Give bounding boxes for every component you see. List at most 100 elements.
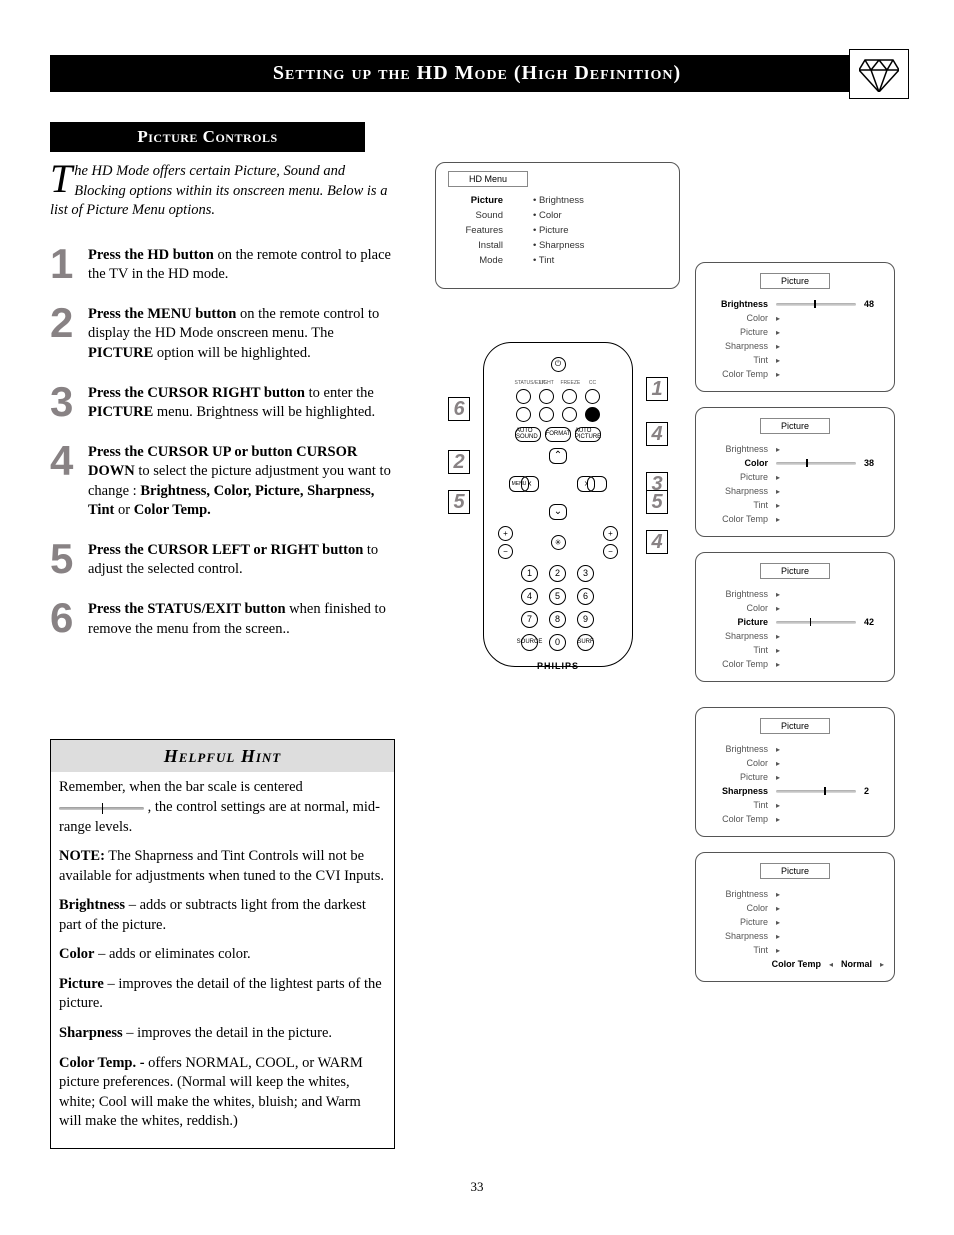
numpad-button: 7 <box>521 611 538 628</box>
numpad-button: 9 <box>577 611 594 628</box>
osd-picture-box: PictureBrightness▸Color38Picture▸Sharpne… <box>695 407 895 537</box>
osd-row: Brightness▸ <box>706 587 884 601</box>
numpad-button: 4 <box>521 588 538 605</box>
osd-row: Brightness▸ <box>706 887 884 901</box>
mute-icon: ✳ <box>551 535 566 550</box>
numpad-button: 5 <box>549 588 566 605</box>
osd-row: Color▸ <box>706 901 884 915</box>
hd-menu-item: Install <box>448 238 503 253</box>
numpad-button: SOURCE <box>521 634 538 651</box>
hd-submenu-item: • Tint <box>533 253 584 268</box>
osd-title: Picture <box>760 418 830 434</box>
callout-1: 1 <box>646 377 668 401</box>
osd-row: Brightness▸ <box>706 742 884 756</box>
step-number: 5 <box>50 541 78 580</box>
ch-up-icon: + <box>603 526 618 541</box>
osd-row: Color Temp▸ <box>706 367 884 381</box>
vol-down-icon: − <box>498 544 513 559</box>
callout-5r: 5 <box>646 490 668 514</box>
autosound-button: AUTO SOUND <box>515 427 541 442</box>
osd-row: Brightness▸ <box>706 442 884 456</box>
osd-title: Picture <box>760 273 830 289</box>
osd-row: Sharpness▸ <box>706 339 884 353</box>
format-button: FORMAT <box>545 427 571 442</box>
osd-row: Color Temp◂Normal▸ <box>706 957 884 971</box>
osd-picture-box: PictureBrightness▸Color▸Picture▸Sharpnes… <box>695 707 895 837</box>
vol-up-icon: + <box>498 526 513 541</box>
osd-row: Picture▸ <box>706 325 884 339</box>
step-text: Press the CURSOR RIGHT button to enter t… <box>88 384 395 423</box>
hd-submenu-item: • Color <box>533 208 584 223</box>
cursor-up-icon: ⌃ <box>549 448 567 464</box>
diamond-icon <box>849 49 909 99</box>
step-number: 6 <box>50 600 78 639</box>
helpful-hint-title: Helpful Hint <box>51 740 394 772</box>
diagram-area: HD Menu PictureSoundFeaturesInstallMode … <box>425 162 904 1162</box>
hd-submenu-item: • Brightness <box>533 193 584 208</box>
osd-row: Sharpness2 <box>706 784 884 798</box>
osd-row: Color▸ <box>706 311 884 325</box>
step-item: 4Press the CURSOR UP or button CURSOR DO… <box>50 443 395 521</box>
osd-row: Picture▸ <box>706 470 884 484</box>
step-item: 5 Press the CURSOR LEFT or RIGHT button t… <box>50 541 395 580</box>
callout-4b: 4 <box>646 530 668 554</box>
helpful-hint-box: Helpful Hint Remember, when the bar scal… <box>50 739 395 1149</box>
osd-row: Tint▸ <box>706 353 884 367</box>
step-number: 4 <box>50 443 78 521</box>
step-item: 2Press the MENU button on the remote con… <box>50 305 395 364</box>
bar-scale-icon <box>59 804 144 812</box>
osd-row: Tint▸ <box>706 643 884 657</box>
hd-menu-item: Picture <box>448 193 503 208</box>
hd-menu-item: Features <box>448 223 503 238</box>
osd-picture-box: PictureBrightness48Color▸Picture▸Sharpne… <box>695 262 895 392</box>
osd-picture-box: PictureBrightness▸Color▸Picture42Sharpne… <box>695 552 895 682</box>
osd-title: Picture <box>760 718 830 734</box>
step-number: 2 <box>50 305 78 364</box>
osd-row: Color Temp▸ <box>706 657 884 671</box>
step-number: 1 <box>50 246 78 285</box>
freeze-button <box>562 389 577 404</box>
osd-row: Color▸ <box>706 601 884 615</box>
step-item: 3Press the CURSOR RIGHT button to enter … <box>50 384 395 423</box>
callout-4a: 4 <box>646 422 668 446</box>
page-title: Setting up the HD Mode (High Definition) <box>273 62 681 84</box>
osd-row: Color Temp▸ <box>706 512 884 526</box>
cursor-left-icon: ‹ <box>521 476 539 492</box>
step-item: 1Press the HD button on the remote contr… <box>50 246 395 285</box>
hd-menu-box: HD Menu PictureSoundFeaturesInstallMode … <box>435 162 680 289</box>
mute-button <box>585 407 600 422</box>
brand-label: PHILIPS <box>484 661 632 671</box>
osd-title: Picture <box>760 863 830 879</box>
left-column: The HD Mode offers certain Picture, Soun… <box>50 162 395 1162</box>
callout-6: 6 <box>448 397 470 421</box>
osd-row: Picture42 <box>706 615 884 629</box>
hint-p5: Picture – improves the detail of the lig… <box>59 975 386 1014</box>
osd-row: Tint▸ <box>706 798 884 812</box>
sleep-button <box>562 407 577 422</box>
hint-p6: Sharpness – improves the detail in the p… <box>59 1024 386 1044</box>
list-button <box>587 476 607 492</box>
step-text: Press the CURSOR LEFT or RIGHT button to… <box>88 541 395 580</box>
hd-menu-item: Sound <box>448 208 503 223</box>
osd-row: Sharpness▸ <box>706 629 884 643</box>
status-exit-button <box>516 389 531 404</box>
numpad-button: 8 <box>549 611 566 628</box>
remote-control: ⏻ STATUS/EXITLIGHTFREEZECC <box>483 342 633 667</box>
step-text: Press the STATUS/EXIT button when finish… <box>88 600 395 639</box>
hint-p2: NOTE: The Shaprness and Tint Controls wi… <box>59 847 386 886</box>
intro-text: The HD Mode offers certain Picture, Soun… <box>50 162 395 221</box>
callout-2: 2 <box>448 450 470 474</box>
numpad-button: 3 <box>577 565 594 582</box>
osd-row: Color38 <box>706 456 884 470</box>
numpad-button: SURF <box>577 634 594 651</box>
hd-submenu-item: • Sharpness <box>533 238 584 253</box>
numpad-button: 2 <box>549 565 566 582</box>
osd-picture-box: PictureBrightness▸Color▸Picture▸Sharpnes… <box>695 852 895 982</box>
light-button <box>539 389 554 404</box>
ch-down-icon: − <box>603 544 618 559</box>
hd-button <box>516 407 531 422</box>
callout-5l: 5 <box>448 490 470 514</box>
osd-row: Picture▸ <box>706 915 884 929</box>
hd-menu-title: HD Menu <box>448 171 528 187</box>
step-text: Press the MENU button on the remote cont… <box>88 305 395 364</box>
